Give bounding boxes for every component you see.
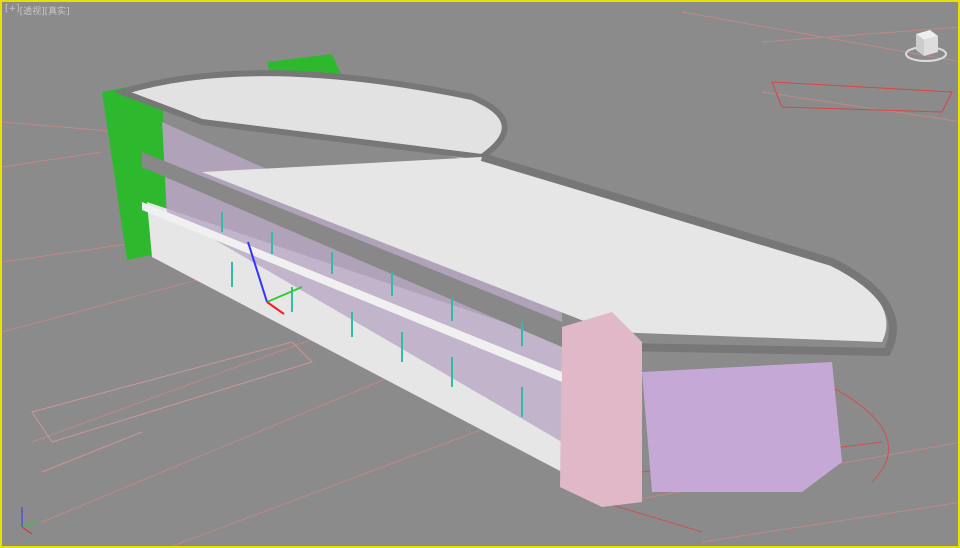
building-model[interactable] bbox=[102, 54, 897, 507]
viewport-perspective-menu[interactable]: [透视] bbox=[20, 4, 45, 17]
perspective-viewport[interactable]: [+] [透视] [真实] bbox=[0, 0, 960, 548]
viewport-plus-menu[interactable]: [+] bbox=[5, 4, 20, 17]
viewcube-icon[interactable] bbox=[902, 24, 950, 64]
viewport-shading-menu[interactable]: [真实] bbox=[45, 4, 70, 17]
world-axis-icon bbox=[21, 507, 37, 535]
scene-render[interactable] bbox=[2, 2, 960, 548]
viewport-label-menu[interactable]: [+] [透视] [真实] bbox=[5, 4, 70, 17]
